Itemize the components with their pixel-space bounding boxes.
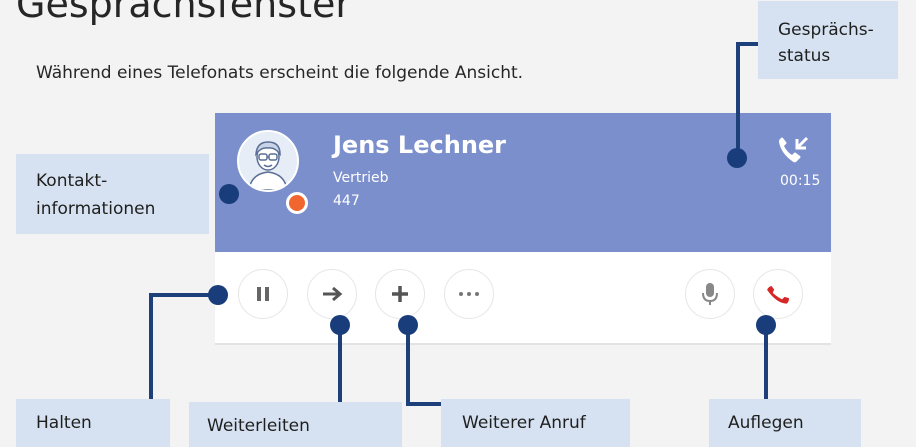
callout-forward: Weiterleiten [189,402,402,447]
callout-call-status: Gesprächs- status [758,1,898,79]
hold-button[interactable] [238,269,288,319]
presence-status-dot [286,192,308,214]
contact-department: Vertrieb [333,170,389,186]
forward-button[interactable] [307,269,357,319]
plus-icon [392,286,408,302]
callout-hold: Halten [16,399,170,447]
page-title: Gesprächsfenster [16,0,351,26]
callout-add-call-label: Weiterer Anruf [462,413,586,433]
callout-marker-dot [727,148,747,168]
callout-contact-info-line1: Kontakt- [36,171,108,191]
callout-marker-dot [756,315,776,335]
callout-pointer [338,325,342,402]
callout-hangup-label: Auflegen [728,413,804,433]
callout-hangup: Auflegen [709,399,861,447]
hangup-button[interactable] [753,269,803,319]
callout-pointer [406,325,410,405]
callout-hold-label: Halten [36,413,92,433]
avatar-illustration [239,132,297,190]
callout-marker-dot [219,184,239,204]
microphone-icon [702,283,718,305]
call-timer: 00:15 [780,173,821,189]
callout-add-call: Weiterer Anruf [441,399,630,447]
callout-call-status-line2: status [778,46,831,66]
callout-pointer [764,325,768,399]
callout-forward-label: Weiterleiten [207,416,310,436]
intro-text: Während eines Telefonats erscheint die f… [36,63,524,83]
contact-avatar[interactable] [237,130,299,192]
arrow-right-icon [323,286,343,302]
callout-call-status-line1: Gesprächs- [778,20,874,40]
callout-pointer [736,42,740,156]
contact-extension: 447 [333,193,360,209]
contact-name: Jens Lechner [333,131,507,159]
window-bottom-border [215,343,831,345]
callout-contact-info: Kontakt- informationen [16,154,209,234]
hangup-icon [767,286,789,304]
mute-button[interactable] [685,269,735,319]
callout-pointer [406,402,442,406]
add-call-button[interactable] [375,269,425,319]
callout-contact-info-line2: informationen [36,199,156,219]
pause-icon [257,287,269,301]
callout-marker-dot [330,315,350,335]
more-button[interactable] [444,269,494,319]
phone-incoming-icon [779,136,809,163]
more-dots-icon [459,292,479,296]
callout-marker-dot [208,285,228,305]
callout-pointer [149,293,153,399]
callout-marker-dot [398,315,418,335]
